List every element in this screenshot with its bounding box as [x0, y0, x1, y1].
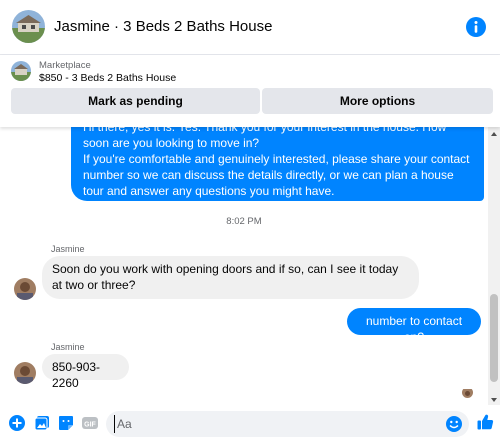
more-options-button[interactable]: More options: [262, 88, 493, 114]
chat-header: Jasmine · 3 Beds 2 Baths House: [0, 0, 500, 55]
outgoing-message[interactable]: Hi there, yes it is. Yes. Thank you for …: [71, 117, 484, 201]
scroll-up-arrow-icon[interactable]: [488, 127, 500, 139]
sender-avatar[interactable]: [14, 362, 36, 384]
svg-text:GIF: GIF: [84, 422, 96, 429]
sticker-icon[interactable]: [57, 414, 75, 432]
plus-circle-icon[interactable]: [8, 414, 26, 432]
message-thread: Hi there, yes it is. Yes. Thank you for …: [0, 117, 488, 406]
message-scrollbar[interactable]: [488, 127, 500, 405]
message-timestamp: 8:02 PM: [226, 216, 262, 227]
outgoing-message[interactable]: number to contact on?: [347, 308, 481, 344]
message-input[interactable]: [114, 415, 414, 433]
message-composer: GIF: [0, 405, 500, 441]
thumbs-up-icon[interactable]: [476, 413, 494, 431]
incoming-message[interactable]: 850-903-2260: [42, 354, 129, 390]
conversation-title[interactable]: Jasmine · 3 Beds 2 Baths House: [54, 18, 272, 35]
gif-icon[interactable]: GIF: [81, 414, 99, 432]
listing-thumbnail[interactable]: [11, 61, 31, 81]
photo-icon[interactable]: [33, 414, 51, 432]
scrollbar-thumb[interactable]: [490, 294, 498, 382]
seen-indicator-avatar: [462, 387, 473, 398]
info-icon[interactable]: [466, 17, 486, 37]
scroll-down-arrow-icon[interactable]: [488, 393, 500, 405]
marketplace-listing-bar: Marketplace $850 - 3 Beds 2 Baths House …: [0, 55, 500, 127]
sender-avatar[interactable]: [14, 278, 36, 300]
contact-avatar[interactable]: [12, 10, 45, 43]
sender-name: Jasmine: [51, 342, 85, 352]
sender-name: Jasmine: [51, 244, 85, 254]
marketplace-label: Marketplace: [39, 60, 91, 71]
message-input-wrapper: [106, 411, 469, 437]
emoji-icon[interactable]: [445, 415, 463, 433]
mark-as-pending-button[interactable]: Mark as pending: [11, 88, 260, 114]
incoming-message[interactable]: Soon do you work with opening doors and …: [42, 256, 419, 299]
listing-title[interactable]: $850 - 3 Beds 2 Baths House: [39, 72, 176, 84]
